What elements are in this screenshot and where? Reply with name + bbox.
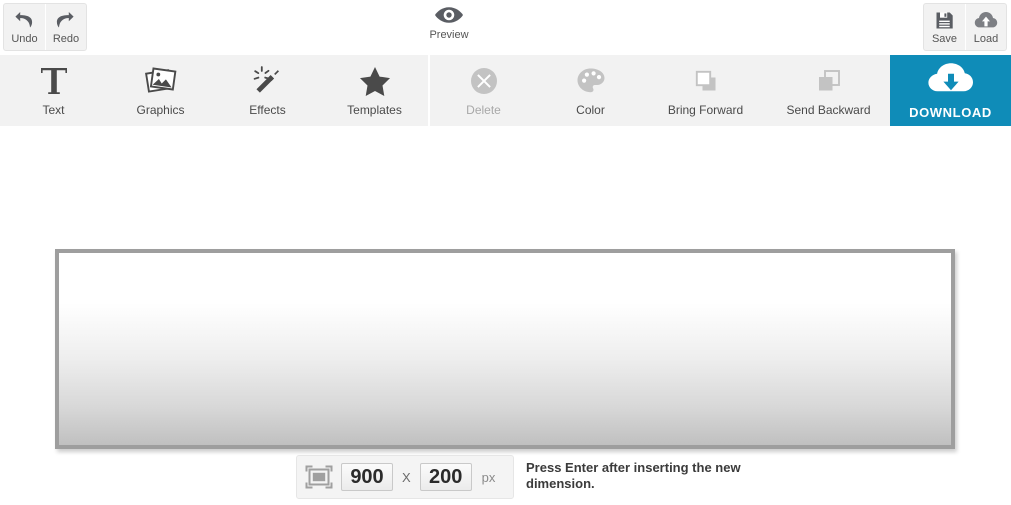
tool-effects-label: Effects bbox=[249, 102, 286, 117]
file-button-group: Save Load bbox=[923, 3, 1007, 51]
text-t-icon bbox=[39, 63, 69, 99]
dimension-control-bar: X px bbox=[296, 455, 514, 499]
save-label: Save bbox=[931, 32, 958, 45]
history-button-group: Undo Redo bbox=[3, 3, 87, 51]
tool-delete[interactable]: Delete bbox=[430, 55, 537, 126]
tool-bring-forward-label: Bring Forward bbox=[667, 102, 744, 117]
undo-button[interactable]: Undo bbox=[4, 4, 45, 50]
eye-icon bbox=[434, 2, 464, 28]
undo-label: Undo bbox=[11, 32, 38, 45]
tool-color-label: Color bbox=[576, 102, 605, 117]
redo-button[interactable]: Redo bbox=[45, 4, 86, 50]
tool-text[interactable]: Text bbox=[0, 55, 107, 126]
floppy-disk-icon bbox=[935, 10, 954, 32]
tool-text-label: Text bbox=[42, 102, 65, 117]
tool-color[interactable]: Color bbox=[537, 55, 644, 126]
cloud-upload-icon bbox=[974, 10, 998, 32]
star-icon bbox=[358, 63, 392, 99]
dimension-separator: X bbox=[402, 469, 411, 485]
tool-bring-forward[interactable]: Bring Forward bbox=[644, 55, 767, 126]
redo-label: Redo bbox=[52, 32, 80, 45]
download-button[interactable]: DOWNLOAD bbox=[890, 55, 1011, 126]
dimension-hint-text: Press Enter after inserting the new dime… bbox=[526, 460, 741, 491]
preview-button[interactable]: Preview bbox=[424, 2, 474, 41]
main-toolbar: Text Graphics Effects Templates Delete C… bbox=[0, 55, 1011, 126]
download-label: DOWNLOAD bbox=[909, 104, 992, 120]
send-backward-icon bbox=[814, 63, 844, 99]
top-header-bar: Undo Redo Preview Save Load bbox=[0, 0, 1011, 55]
magic-wand-icon bbox=[252, 63, 284, 99]
paint-palette-icon bbox=[576, 63, 606, 99]
tool-effects[interactable]: Effects bbox=[214, 55, 321, 126]
load-label: Load bbox=[973, 32, 999, 45]
dimension-unit-label: px bbox=[481, 469, 496, 485]
resize-frame-icon bbox=[297, 465, 341, 489]
tool-graphics[interactable]: Graphics bbox=[107, 55, 214, 126]
image-canvas[interactable] bbox=[55, 249, 955, 449]
redo-arrow-icon bbox=[56, 10, 76, 32]
tool-send-backward[interactable]: Send Backward bbox=[767, 55, 890, 126]
bring-forward-icon bbox=[691, 63, 721, 99]
tool-graphics-label: Graphics bbox=[136, 102, 185, 117]
tool-templates-label: Templates bbox=[347, 102, 402, 117]
cloud-download-icon bbox=[927, 62, 975, 103]
canvas-height-input[interactable] bbox=[419, 463, 472, 491]
canvas-width-input[interactable] bbox=[341, 463, 393, 491]
tool-delete-label: Delete bbox=[466, 102, 501, 117]
tool-templates[interactable]: Templates bbox=[321, 55, 428, 126]
save-button[interactable]: Save bbox=[924, 4, 965, 50]
circle-x-icon bbox=[470, 63, 498, 99]
load-button[interactable]: Load bbox=[965, 4, 1006, 50]
preview-label: Preview bbox=[429, 29, 469, 41]
photos-stack-icon bbox=[144, 63, 178, 99]
tool-send-backward-label: Send Backward bbox=[786, 102, 871, 117]
undo-arrow-icon bbox=[14, 10, 35, 32]
